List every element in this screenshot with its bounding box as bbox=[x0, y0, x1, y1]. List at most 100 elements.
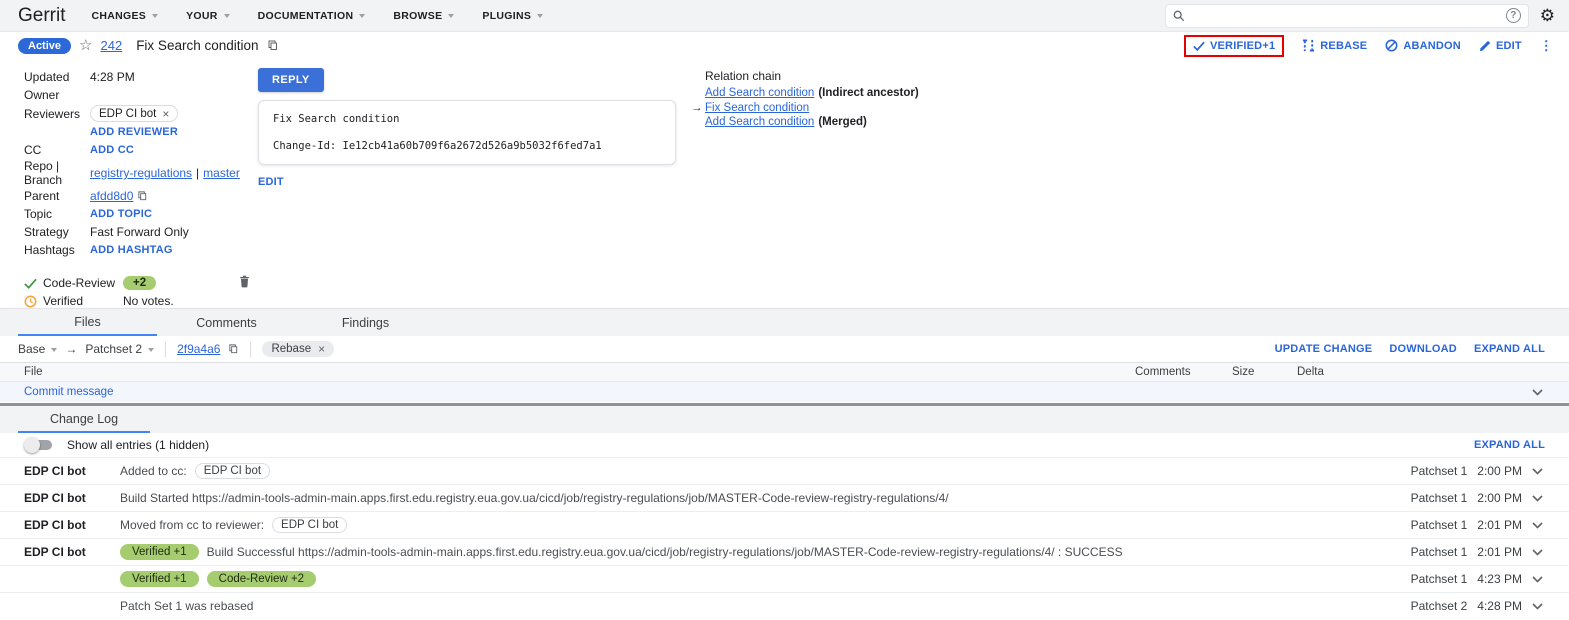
check-icon bbox=[1193, 41, 1205, 51]
base-patchset-select[interactable]: Base bbox=[18, 342, 57, 356]
search-input[interactable] bbox=[1191, 8, 1500, 24]
search-icon bbox=[1173, 10, 1185, 22]
settings-gear-icon[interactable]: ⚙ bbox=[1540, 7, 1555, 24]
chevron-down-icon bbox=[448, 14, 454, 21]
menu-your[interactable]: YOUR bbox=[186, 10, 230, 22]
commit-message-file-row[interactable]: Commit message bbox=[0, 382, 1569, 402]
log-row: Patch Set 1 was rebased Patchset 24:28 P… bbox=[0, 592, 1569, 619]
pending-clock-icon bbox=[24, 295, 37, 308]
commit-message-file-link[interactable]: Commit message bbox=[24, 386, 113, 398]
show-all-entries-toggle[interactable] bbox=[24, 439, 54, 451]
menu-plugins[interactable]: PLUGINS bbox=[482, 10, 543, 22]
add-hashtag-button[interactable]: ADD HASHTAG bbox=[90, 244, 173, 256]
relation-chain-title: Relation chain bbox=[705, 69, 1569, 83]
add-topic-button[interactable]: ADD TOPIC bbox=[90, 208, 152, 220]
repo-branch-label: Repo | Branch bbox=[24, 159, 90, 187]
chevron-down-icon bbox=[152, 14, 158, 21]
expand-all-files-button[interactable]: EXPAND ALL bbox=[1474, 343, 1545, 355]
expand-chevron-icon[interactable] bbox=[1532, 522, 1543, 529]
expand-all-log-button[interactable]: EXPAND ALL bbox=[1474, 439, 1545, 451]
more-options-icon[interactable]: ⋮ bbox=[1540, 38, 1553, 54]
account-chip[interactable]: EDP CI bot bbox=[195, 463, 270, 479]
expand-chevron-icon[interactable] bbox=[1532, 549, 1543, 556]
menu-changes[interactable]: CHANGES bbox=[92, 10, 159, 22]
rebase-filter-chip[interactable]: Rebase × bbox=[262, 341, 334, 357]
rebase-button[interactable]: REBASE bbox=[1302, 39, 1367, 52]
menu-browse[interactable]: BROWSE bbox=[393, 10, 454, 22]
log-patchset: Patchset 1 bbox=[1411, 518, 1468, 532]
chevron-down-icon bbox=[51, 348, 57, 355]
relation-chain-item: Add Search condition(Indirect ancestor) bbox=[705, 86, 1569, 101]
update-change-button[interactable]: UPDATE CHANGE bbox=[1275, 343, 1373, 355]
remove-chip-icon[interactable]: × bbox=[318, 343, 325, 355]
file-table-header: File Comments Size Delta bbox=[0, 362, 1569, 382]
copy-icon[interactable] bbox=[228, 343, 239, 355]
strategy-value: Fast Forward Only bbox=[90, 225, 189, 239]
divider bbox=[165, 342, 166, 357]
log-author: EDP CI bot bbox=[24, 545, 120, 559]
verified-vote-chip: Verified +1 bbox=[120, 571, 199, 587]
tab-findings[interactable]: Findings bbox=[296, 309, 435, 336]
change-header: Active ☆ 242 Fix Search condition VERIFI… bbox=[0, 32, 1569, 59]
branch-link[interactable]: master bbox=[203, 166, 240, 180]
menu-documentation[interactable]: DOCUMENTATION bbox=[258, 10, 366, 22]
divider bbox=[250, 342, 251, 357]
search-bar[interactable]: ? bbox=[1165, 4, 1529, 28]
relation-change-link[interactable]: Add Search condition bbox=[705, 87, 814, 99]
reply-button[interactable]: REPLY bbox=[258, 68, 324, 92]
expand-chevron-icon[interactable] bbox=[1532, 495, 1543, 502]
copy-icon[interactable] bbox=[267, 39, 279, 52]
log-time: 2:00 PM bbox=[1477, 464, 1522, 478]
log-author: EDP CI bot bbox=[24, 464, 120, 478]
trash-icon[interactable] bbox=[239, 275, 250, 291]
relation-note: (Merged) bbox=[818, 116, 867, 128]
code-review-vote-chip[interactable]: +2 bbox=[123, 276, 156, 290]
expand-chevron-icon[interactable] bbox=[1532, 389, 1543, 396]
verified-vote-chip: Verified +1 bbox=[120, 544, 199, 560]
change-number-link[interactable]: 242 bbox=[100, 38, 122, 53]
repo-link[interactable]: registry-regulations bbox=[90, 166, 192, 180]
add-cc-button[interactable]: ADD CC bbox=[90, 144, 134, 156]
tab-change-log[interactable]: Change Log bbox=[18, 406, 150, 433]
patchset-select[interactable]: Patchset 2 bbox=[85, 342, 154, 356]
add-reviewer-button[interactable]: ADD REVIEWER bbox=[90, 126, 178, 138]
log-patchset: Patchset 1 bbox=[1411, 464, 1468, 478]
patchset-bar: Base → Patchset 2 2f9a4a6 Rebase × UPDAT… bbox=[0, 336, 1569, 362]
log-author: EDP CI bot bbox=[24, 518, 120, 532]
patchset-sha-link[interactable]: 2f9a4a6 bbox=[177, 342, 220, 356]
remove-reviewer-icon[interactable]: × bbox=[162, 108, 169, 120]
relation-change-link[interactable]: Add Search condition bbox=[705, 116, 814, 128]
file-column-header: File bbox=[24, 366, 1135, 378]
reviewer-chip[interactable]: EDP CI bot × bbox=[90, 105, 178, 122]
account-chip[interactable]: EDP CI bot bbox=[272, 517, 347, 533]
log-row: EDP CI bot Verified +1 Build Successful … bbox=[0, 538, 1569, 565]
log-time: 2:00 PM bbox=[1477, 491, 1522, 505]
log-patchset: Patchset 1 bbox=[1411, 572, 1468, 586]
relation-change-link[interactable]: Fix Search condition bbox=[705, 102, 809, 114]
gerrit-logo[interactable]: Gerrit bbox=[18, 5, 66, 27]
abandon-button[interactable]: ABANDON bbox=[1385, 39, 1461, 52]
edit-button[interactable]: EDIT bbox=[1479, 40, 1522, 52]
star-icon[interactable]: ☆ bbox=[79, 38, 92, 53]
verified-label: Verified bbox=[43, 294, 117, 308]
log-time: 2:01 PM bbox=[1477, 545, 1522, 559]
log-message: Added to cc: bbox=[120, 464, 187, 478]
tab-files[interactable]: Files bbox=[18, 309, 157, 336]
download-button[interactable]: DOWNLOAD bbox=[1389, 343, 1457, 355]
expand-chevron-icon[interactable] bbox=[1532, 603, 1543, 610]
help-icon[interactable]: ? bbox=[1506, 8, 1521, 23]
block-icon bbox=[1385, 39, 1398, 52]
log-author: EDP CI bot bbox=[24, 491, 120, 505]
code-review-label: Code-Review bbox=[43, 276, 117, 290]
owner-label: Owner bbox=[24, 88, 90, 102]
copy-icon[interactable] bbox=[137, 190, 148, 202]
edit-commit-message-button[interactable]: EDIT bbox=[258, 176, 284, 188]
parent-sha-link[interactable]: afdd8d0 bbox=[90, 189, 133, 203]
expand-chevron-icon[interactable] bbox=[1532, 468, 1543, 475]
change-overview: Updated4:28 PM Owner Reviewers EDP CI bo… bbox=[0, 59, 1569, 297]
verified-vote-button[interactable]: VERIFIED+1 bbox=[1184, 35, 1284, 57]
tab-comments[interactable]: Comments bbox=[157, 309, 296, 336]
log-row: EDP CI bot Build Started https://admin-t… bbox=[0, 484, 1569, 511]
show-all-entries-label: Show all entries (1 hidden) bbox=[67, 438, 209, 452]
expand-chevron-icon[interactable] bbox=[1532, 576, 1543, 583]
